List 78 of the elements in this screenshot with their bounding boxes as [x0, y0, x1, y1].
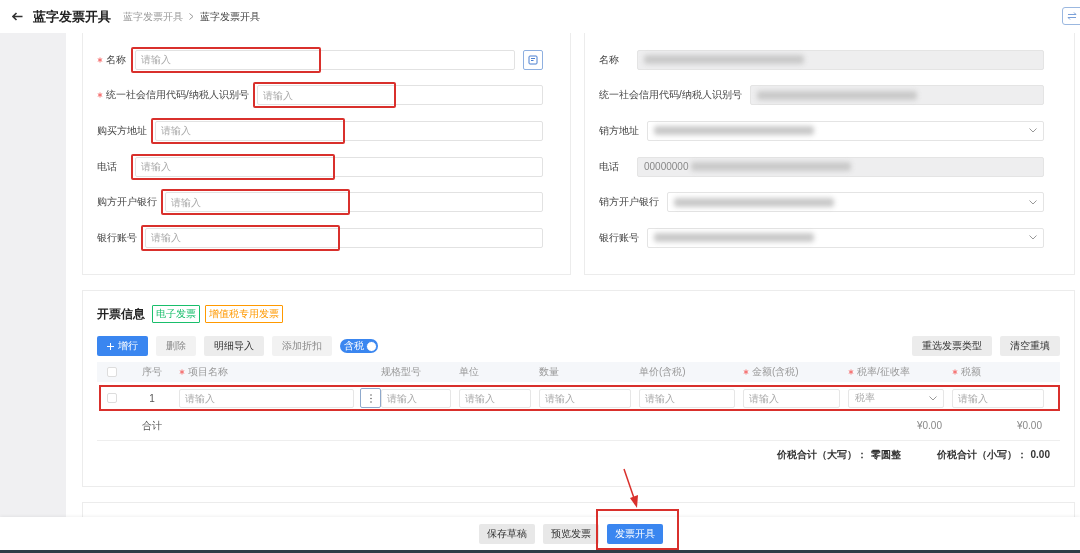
tax-toggle[interactable]: 含税: [340, 339, 378, 353]
arrows-icon: [1067, 12, 1077, 20]
text-field[interactable]: 请输入: [145, 227, 543, 248]
invoice-type-tag: 增值税专用发票: [205, 305, 283, 323]
back-arrow-icon: [12, 12, 23, 21]
more-button[interactable]: [360, 388, 381, 408]
chevron-down-icon: [1029, 235, 1037, 241]
breadcrumb-link[interactable]: 蓝字发票开具: [200, 9, 260, 24]
chevron-down-icon: [1029, 128, 1037, 134]
back-button[interactable]: [12, 12, 23, 21]
rate-select[interactable]: 税率: [848, 388, 944, 408]
field-label: 电话: [97, 159, 117, 174]
cell-input[interactable]: 请输入: [179, 388, 354, 408]
field-label: 银行账号: [599, 230, 639, 245]
cell-input[interactable]: 请输入: [381, 388, 451, 408]
chevron-down-icon: [929, 395, 937, 401]
column-header: 单位: [459, 365, 479, 379]
cell-input[interactable]: 请输入: [539, 388, 631, 408]
select-placeholder: 税率: [855, 391, 875, 405]
column-header: 金额(含税): [752, 365, 799, 379]
cell-input[interactable]: 请输入: [743, 388, 840, 408]
column-header: 序号: [142, 365, 162, 379]
issue-invoice-button[interactable]: 发票开具: [607, 523, 663, 544]
text-field[interactable]: 请输入: [256, 85, 543, 106]
chevron-right-icon: [189, 13, 194, 20]
summary-label: 价税合计（小写）：: [936, 449, 1027, 460]
more-icon: [369, 393, 372, 403]
chevron-down-icon: [1029, 199, 1037, 205]
summary-value: 零圆整: [870, 449, 901, 460]
column-header: 规格型号: [381, 365, 421, 379]
field-label: 销方地址: [599, 124, 639, 138]
summary-label: 价税合计（大写）：: [776, 449, 867, 460]
action-button[interactable]: 清空重填: [1000, 336, 1060, 356]
row-number: 1: [148, 392, 156, 404]
toolbar-button[interactable]: 明细导入: [204, 336, 264, 356]
field-label: 统一社会信用代码/纳税人识别号: [106, 88, 249, 103]
page-title: 蓝字发票开具: [33, 7, 111, 26]
field-label: 名称: [599, 52, 619, 67]
invoice-type-tag: 电子发票: [152, 305, 200, 323]
text-field[interactable]: 请输入: [165, 192, 543, 213]
breadcrumb-link[interactable]: 蓝字发票开具: [123, 9, 183, 24]
column-header: 数量: [539, 365, 559, 379]
footer-button[interactable]: 预览发票: [543, 523, 599, 544]
picker-button[interactable]: [523, 49, 543, 70]
select-field[interactable]: [647, 227, 1044, 248]
column-header: 项目名称: [188, 365, 228, 379]
field-label: 银行账号: [97, 230, 137, 245]
checkbox[interactable]: [107, 367, 117, 377]
column-header: 税率/征收率: [857, 365, 910, 379]
text-field[interactable]: 请输入: [135, 49, 515, 70]
document-icon: [528, 54, 538, 65]
field-label: 名称: [106, 52, 126, 67]
select-field[interactable]: [647, 121, 1044, 141]
action-button[interactable]: 重选发票类型: [912, 336, 992, 356]
field-label: 销方开户银行: [599, 195, 659, 210]
field-value: 00000000: [644, 161, 689, 173]
checkbox[interactable]: [107, 393, 117, 403]
plus-icon: [107, 342, 114, 350]
total-tax: ¥0.00: [1015, 420, 1043, 431]
field-label: 电话: [599, 159, 619, 174]
field-label: 统一社会信用代码/纳税人识别号: [599, 88, 742, 103]
cell-input[interactable]: 请输入: [639, 388, 735, 408]
select-field[interactable]: [667, 192, 1044, 213]
cell-input[interactable]: 请输入: [952, 388, 1044, 408]
text-field[interactable]: 请输入: [155, 121, 543, 141]
total-amount: ¥0.00: [915, 420, 943, 431]
summary-value: 0.00: [1030, 449, 1050, 460]
section-title: 开票信息: [97, 305, 145, 323]
field-label: 购方开户银行: [97, 195, 157, 210]
footer-button[interactable]: 保存草稿: [479, 523, 535, 544]
column-header: 税额: [961, 365, 981, 379]
total-label: 合计: [141, 418, 163, 433]
text-field[interactable]: 请输入: [135, 156, 543, 177]
field-label: 购买方地址: [97, 124, 147, 138]
cell-input[interactable]: 请输入: [459, 388, 531, 408]
add-row-button[interactable]: 增行: [97, 336, 148, 356]
column-header: 单价(含税): [639, 365, 686, 379]
annotation-arrow: [621, 467, 641, 510]
